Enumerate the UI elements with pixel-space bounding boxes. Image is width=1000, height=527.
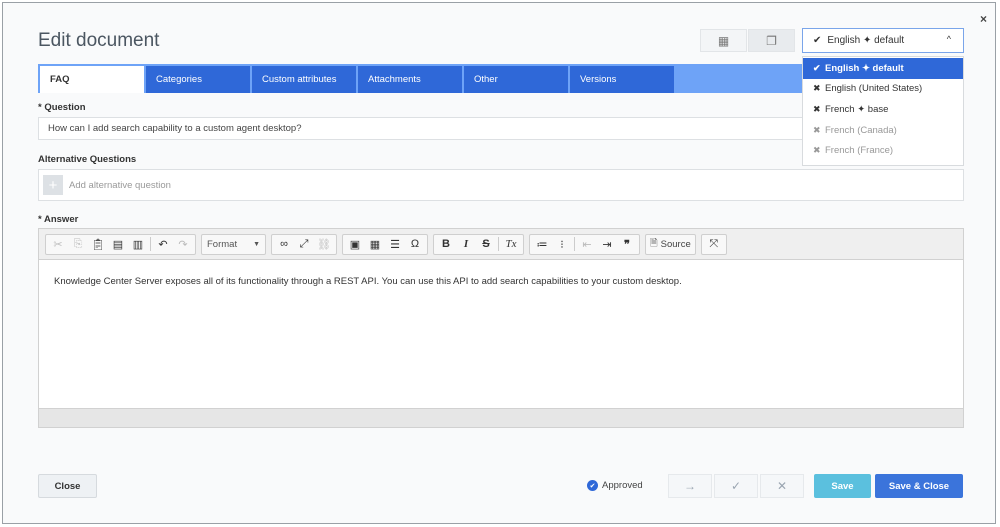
check-circle-icon: ✔ [587,480,598,491]
close-button[interactable]: Close [38,474,97,498]
tab-versions[interactable]: Versions [570,66,674,93]
x-icon: ✕ [777,479,787,493]
tab-attachments[interactable]: Attachments [358,66,462,93]
format-select[interactable]: Format ▼ [201,234,266,255]
page-title: Edit document [38,30,159,52]
copy-icon[interactable]: ⎘ [68,238,88,251]
document-icon: 🗎 [650,236,658,252]
image-icon[interactable]: ▣ [345,238,365,251]
plus-icon[interactable]: + [43,175,63,195]
close-icon[interactable]: × [980,12,987,26]
language-dropdown: ✔English ✦ default ✖English (United Stat… [802,56,964,166]
source-label: Source [661,239,691,250]
anchor-icon[interactable]: ⤢ [294,238,314,251]
answer-label: * Answer [38,214,78,225]
copy-icon: ❐ [766,34,777,48]
x-icon: ✖ [813,125,825,136]
tab-categories[interactable]: Categories [146,66,250,93]
x-icon: ✖ [813,104,825,115]
horizontal-line-icon[interactable]: ☰ [385,238,405,251]
strike-icon[interactable]: S [476,238,496,250]
cut-icon[interactable]: ✂ [48,238,68,251]
language-select[interactable]: ✔ English ✦ default ^ [802,28,964,53]
outdent-icon[interactable]: ⇤ [577,238,597,251]
editor-toolbar: ✂ ⎘ 📋︎ ▤ ▥ ↶ ↷ Format ▼ ∞ ⤢ ⛓ ▣ ▦ ☰ Ω B I… [38,228,964,260]
language-option[interactable]: ✖English (United States) [803,79,963,100]
source-button[interactable]: 🗎Source [645,234,696,255]
italic-icon[interactable]: I [456,238,476,250]
tab-custom-attributes[interactable]: Custom attributes [252,66,356,93]
chevron-up-icon: ^ [947,34,951,44]
language-option[interactable]: ✖French (France) [803,140,963,161]
language-option[interactable]: ✔English ✦ default [803,58,963,79]
numbered-list-icon[interactable]: ≔ [532,238,552,251]
tab-faq[interactable]: FAQ [40,66,144,93]
approved-status[interactable]: ✔ Approved [587,480,643,491]
option-label: English ✦ default [825,63,904,74]
x-icon: ✖ [813,145,825,156]
option-label: French (France) [825,145,893,156]
check-icon: ✔ [813,63,825,74]
tab-other[interactable]: Other [464,66,568,93]
format-label: Format [207,239,237,250]
reject-button[interactable]: ✕ [760,474,804,498]
bulleted-list-icon[interactable]: ⁝ [552,238,572,251]
approve-button[interactable]: ✓ [714,474,758,498]
remove-format-icon[interactable]: Tx [501,238,521,250]
language-selected-label: English ✦ default [827,35,904,46]
approved-label: Approved [602,480,643,491]
paste-word-icon[interactable]: ▥ [128,238,148,251]
check-icon: ✓ [731,479,741,493]
redo-icon[interactable]: ↷ [173,238,193,251]
table-icon[interactable]: ▦ [365,238,385,251]
caret-down-icon: ▼ [253,241,260,248]
alt-questions-label: Alternative Questions [38,154,136,165]
check-icon: ✔ [813,35,821,46]
alt-question-input[interactable]: + Add alternative question [38,169,964,201]
unlink-icon[interactable]: ⛓ [314,238,334,251]
alt-question-placeholder: Add alternative question [69,180,171,191]
option-label: French (Canada) [825,125,897,136]
split-view-button[interactable]: ▦ [700,29,747,52]
option-label: English (United States) [825,83,922,94]
save-close-button[interactable]: Save & Close [875,474,963,498]
forward-button[interactable]: → [668,474,712,498]
link-icon[interactable]: ∞ [274,238,294,250]
language-option[interactable]: ✖French ✦ base [803,99,963,120]
maximize-icon[interactable]: ⤧ [704,238,724,251]
question-label: * Question [38,102,86,113]
single-view-button[interactable]: ❐ [748,29,795,52]
arrow-right-icon: → [684,479,696,493]
option-label: French ✦ base [825,104,888,115]
split-view-icon: ▦ [718,34,729,48]
language-option[interactable]: ✖French (Canada) [803,120,963,141]
indent-icon[interactable]: ⇥ [597,238,617,251]
answer-editor[interactable]: Knowledge Center Server exposes all of i… [38,260,964,408]
paste-text-icon[interactable]: ▤ [108,238,128,251]
paste-icon[interactable]: 📋︎ [88,238,108,251]
undo-icon[interactable]: ↶ [153,238,173,251]
x-icon: ✖ [813,83,825,94]
save-button[interactable]: Save [814,474,871,498]
blockquote-icon[interactable]: ❞ [617,238,637,251]
editor-status-bar [38,408,964,428]
bold-icon[interactable]: B [436,238,456,250]
special-char-icon[interactable]: Ω [405,238,425,250]
